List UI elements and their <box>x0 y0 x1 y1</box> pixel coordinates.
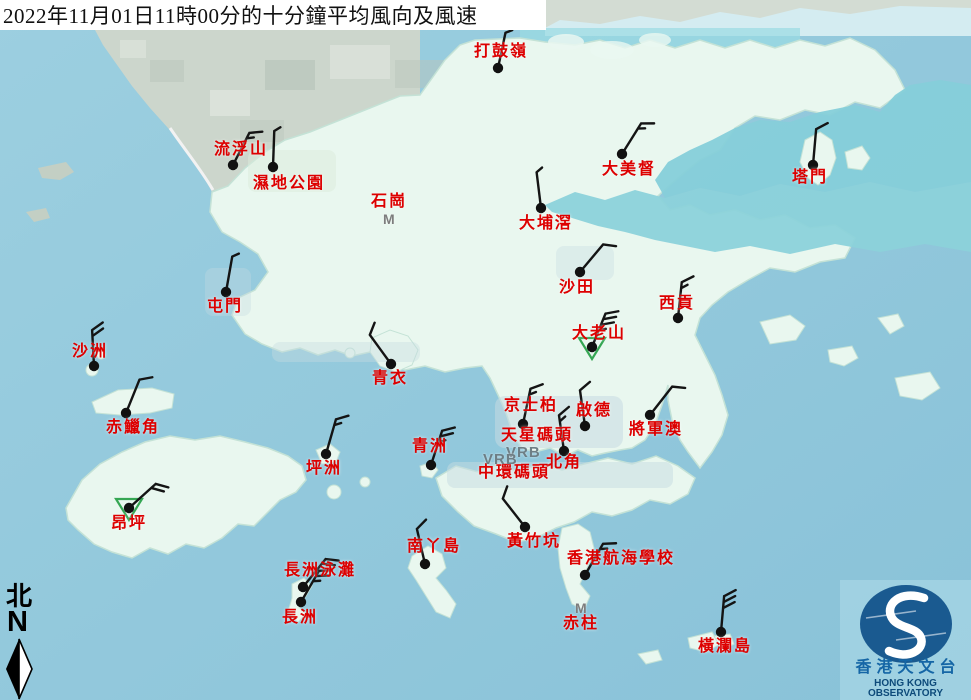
hko-name-chinese: 香港天文台 <box>840 660 971 676</box>
station-label-hk-sea-school: 香港航海學校 <box>567 551 675 567</box>
map-title-bar: 2022年11月01日11時00分的十分鐘平均風向及風速 <box>0 0 546 30</box>
station-label-lamma-island: 南丫島 <box>407 539 461 555</box>
station-label-shek-kong: 石崗 <box>371 194 407 210</box>
station-label-sha-chau: 沙洲 <box>72 344 108 360</box>
wind-map-page: 打鼓嶺流浮山濕地公園 大美督塔門石崗 M 大埔滘沙田屯門 西貢沙洲 大老山青衣赤鱲角 京士柏… <box>0 0 971 700</box>
station-label-cheung-chau-beach: 長洲泳灘 <box>284 563 356 579</box>
station-label-sai-kung: 西貢 <box>659 296 695 312</box>
station-label-lau-fau-shan: 流浮山 <box>214 142 268 158</box>
north-letter-label: N <box>7 608 27 637</box>
station-label-ngong-ping: 昂坪 <box>111 516 147 532</box>
missing-data-marker-shek-kong: M <box>383 212 395 226</box>
station-label-sha-tin: 沙田 <box>559 280 595 296</box>
station-label-star-ferry: 天星碼頭 <box>501 428 573 444</box>
north-arrow-icon <box>2 638 36 700</box>
station-label-chek-lap-kok: 赤鱲角 <box>106 420 160 436</box>
station-label-tates-cairn: 大老山 <box>572 326 626 342</box>
station-label-wetland-park: 濕地公園 <box>253 176 325 192</box>
station-label-tap-mun: 塔門 <box>792 170 828 186</box>
hko-logo: 香港天文台 HONG KONG OBSERVATORY <box>840 580 971 700</box>
station-label-layer: 打鼓嶺流浮山濕地公園 大美督塔門石崗 M 大埔滘沙田屯門 西貢沙洲 大老山青衣赤鱲角 京士柏… <box>0 0 971 700</box>
station-label-wong-chuk-hang: 黃竹坑 <box>507 534 561 550</box>
missing-data-marker-stanley: M <box>575 601 587 615</box>
station-label-tai-mei-tuk: 大美督 <box>602 162 656 178</box>
map-title: 2022年11月01日11時00分的十分鐘平均風向及風速 <box>0 0 477 30</box>
station-label-tai-po-kau: 大埔滘 <box>519 216 573 232</box>
station-label-tseung-kwan-o: 將軍澳 <box>629 422 683 438</box>
station-label-waglan-island: 橫瀾島 <box>698 639 752 655</box>
station-label-ta-kwu-ling: 打鼓嶺 <box>474 44 528 60</box>
station-label-kai-tak: 啟德 <box>576 403 612 419</box>
variable-wind-marker-central-pier: VRB <box>483 452 518 467</box>
station-label-peng-chau: 坪洲 <box>306 461 342 477</box>
station-label-stanley: 赤柱 <box>563 616 599 632</box>
station-label-tsing-yi: 青衣 <box>372 371 408 387</box>
station-label-tuen-mun: 屯門 <box>207 299 243 315</box>
station-label-north-point: 北角 <box>546 455 582 471</box>
station-label-green-island: 青洲 <box>412 439 448 455</box>
station-label-kings-park: 京士柏 <box>504 398 558 414</box>
north-compass: 北 N <box>2 584 38 700</box>
hko-name-english: HONG KONG OBSERVATORY <box>840 679 971 699</box>
station-label-cheung-chau: 長洲 <box>282 610 318 626</box>
